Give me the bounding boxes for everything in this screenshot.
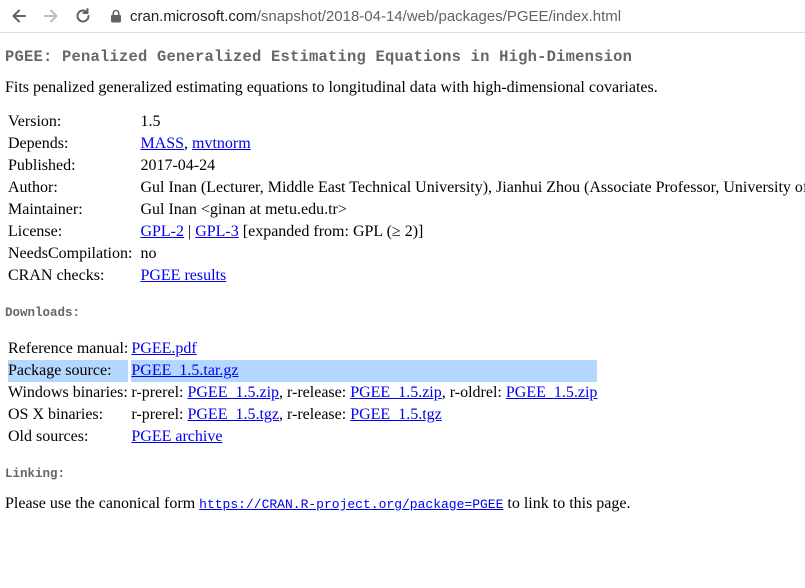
info-row-cran-checks: CRAN checks: PGEE results [8,265,805,287]
cran-checks-link[interactable]: PGEE results [140,267,226,284]
windows-value: r-prerel: PGEE_1.5.zip, r-release: PGEE_… [131,382,597,404]
info-row-depends: Depends: MASS, mvtnorm [8,133,805,155]
windows-release-link[interactable]: PGEE_1.5.zip [350,384,442,401]
linking-text: Please use the canonical form https://CR… [5,495,800,513]
linking-heading: Linking: [5,467,66,481]
refman-label: Reference manual: [8,340,129,357]
windows-prerel-label: r-prerel: [131,384,188,401]
downloads-table: Reference manual: PGEE.pdf Package sourc… [5,338,600,448]
browser-toolbar: cran.microsoft.com/snapshot/2018-04-14/w… [0,0,805,33]
windows-prerel-link[interactable]: PGEE_1.5.zip [187,384,279,401]
refman-link[interactable]: PGEE.pdf [131,340,196,357]
version-value: 1.5 [140,113,161,130]
windows-oldrel-link[interactable]: PGEE_1.5.zip [506,384,598,401]
published-label: Published: [8,157,76,174]
canonical-url-link[interactable]: https://CRAN.R-project.org/package=PGEE [199,497,503,512]
old-sources-value: PGEE archive [131,426,597,448]
license-separator: | [184,223,196,240]
info-row-published: Published: 2017-04-24 [8,155,805,177]
page-title: PGEE: Penalized Generalized Estimating E… [5,48,633,66]
source-label: Package source: [8,362,112,379]
license-label: License: [8,223,63,240]
arrow-right-icon [44,9,58,23]
address-bar[interactable]: cran.microsoft.com/snapshot/2018-04-14/w… [110,8,621,25]
maintainer-label: Maintainer: [8,201,83,218]
info-row-maintainer: Maintainer: Gul Inan <ginan at metu.edu.… [8,199,805,221]
depends-separator: , [184,135,193,152]
forward-button[interactable] [38,3,64,29]
osx-prerel-link[interactable]: PGEE_1.5.tgz [187,406,279,423]
old-sources-label: Old sources: [8,428,89,445]
refman-value: PGEE.pdf [131,338,597,360]
windows-label: Windows binaries: [8,384,128,401]
source-link[interactable]: PGEE_1.5.tar.gz [131,362,238,379]
download-row-osx: OS X binaries: r-prerel: PGEE_1.5.tgz, r… [8,404,597,426]
reload-icon [76,8,90,23]
author-value: Gul Inan (Lecturer, Middle East Technica… [140,179,805,196]
info-row-license: License: GPL-2 | GPL-3 [expanded from: G… [8,221,805,243]
download-row-refman: Reference manual: PGEE.pdf [8,338,597,360]
cran-checks-label: CRAN checks: [8,267,105,284]
download-row-old-sources: Old sources: PGEE archive [8,426,597,448]
osx-release-link[interactable]: PGEE_1.5.tgz [350,406,442,423]
info-row-version: Version: 1.5 [8,111,805,133]
license-expanded: [expanded from: GPL (≥ 2)] [238,223,424,240]
info-row-needs-compilation: NeedsCompilation: no [8,243,805,265]
depends-value: MASS, mvtnorm [140,133,805,155]
downloads-heading: Downloads: [5,306,81,320]
windows-release-label: , r-release: [279,384,351,401]
page-content: PGEE: Penalized Generalized Estimating E… [0,48,805,513]
depends-link-mass[interactable]: MASS [140,135,184,152]
download-row-source: Package source: PGEE_1.5.tar.gz [8,360,598,382]
download-row-windows: Windows binaries: r-prerel: PGEE_1.5.zip… [8,382,597,404]
needs-compilation-label: NeedsCompilation: [8,245,133,262]
license-value: GPL-2 | GPL-3 [expanded from: GPL (≥ 2)] [140,221,805,243]
cran-checks-value: PGEE results [140,265,805,287]
maintainer-value: Gul Inan <ginan at metu.edu.tr> [140,201,347,218]
author-label: Author: [8,179,58,196]
old-sources-link[interactable]: PGEE archive [131,428,222,445]
osx-release-label: , r-release: [279,406,351,423]
lock-icon[interactable] [110,9,122,23]
depends-link-mvtnorm[interactable]: mvtnorm [192,135,251,152]
license-link-gpl2[interactable]: GPL-2 [140,223,184,240]
depends-label: Depends: [8,135,69,152]
linking-suffix: to link to this page. [503,495,631,512]
package-info-table: Version: 1.5 Depends: MASS, mvtnorm Publ… [5,111,805,287]
url-host: cran.microsoft.com [130,7,257,25]
license-link-gpl3[interactable]: GPL-3 [195,223,239,240]
arrow-left-icon [12,9,26,23]
version-label: Version: [8,113,62,130]
back-button[interactable] [6,3,32,29]
url-path: /snapshot/2018-04-14/web/packages/PGEE/i… [256,7,622,25]
linking-prefix: Please use the canonical form [5,495,200,512]
reload-button[interactable] [70,3,96,29]
info-row-author: Author: Gul Inan (Lecturer, Middle East … [8,177,805,199]
osx-value: r-prerel: PGEE_1.5.tgz, r-release: PGEE_… [131,404,597,426]
source-value: PGEE_1.5.tar.gz [131,360,597,382]
package-description: Fits penalized generalized estimating eq… [5,79,658,96]
osx-prerel-label: r-prerel: [131,406,188,423]
published-value: 2017-04-24 [140,157,216,174]
osx-label: OS X binaries: [8,406,104,423]
windows-oldrel-label: , r-oldrel: [441,384,506,401]
needs-compilation-value: no [140,245,157,262]
